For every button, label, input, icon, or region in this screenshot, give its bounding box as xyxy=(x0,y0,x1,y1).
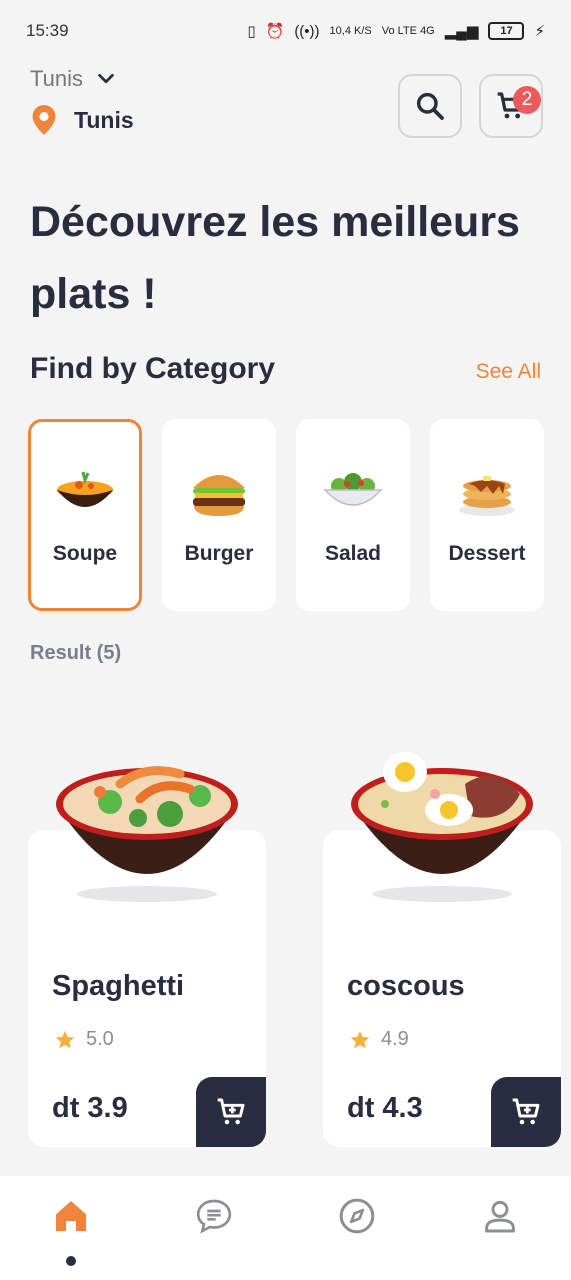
page-title: Découvrez les meilleurs plats ! xyxy=(30,198,520,318)
active-indicator xyxy=(66,1256,77,1266)
star-icon xyxy=(350,1030,370,1048)
add-to-cart-button[interactable] xyxy=(196,1077,266,1147)
chat-icon xyxy=(196,1199,232,1234)
battery-level: 17 xyxy=(500,25,513,37)
rating-value: 5.0 xyxy=(86,1028,114,1050)
vibrate-icon: ▯ xyxy=(247,23,256,40)
see-all-link[interactable]: See All xyxy=(476,360,541,384)
product-price: dt 4.3 xyxy=(347,1092,423,1124)
cart-icon xyxy=(217,1098,245,1125)
search-button[interactable] xyxy=(398,74,462,138)
status-time: 15:39 xyxy=(26,21,69,40)
home-icon xyxy=(56,1201,87,1231)
cart-icon xyxy=(512,1098,540,1125)
location-pin-icon xyxy=(32,105,56,135)
nav-home[interactable] xyxy=(31,1196,111,1266)
cart-badge: 2 xyxy=(513,86,541,114)
category-section-title: Find by Category xyxy=(30,352,276,385)
category-soupe[interactable]: Soupe xyxy=(28,419,142,611)
city-selector[interactable]: Tunis xyxy=(30,66,134,92)
category-list: Soupe Burger Salad Dessert xyxy=(28,419,544,611)
category-dessert[interactable]: Dessert xyxy=(430,419,544,611)
alarm-icon: ⏰ xyxy=(265,23,285,40)
status-bar: 15:39 ▯ ⏰ ((•)) 10,4 K/S Vo LTE 4G ▂▄▆ 1… xyxy=(0,0,571,62)
product-price: dt 3.9 xyxy=(52,1092,128,1124)
burger-icon xyxy=(193,475,245,516)
profile-icon xyxy=(484,1200,515,1233)
current-location: Tunis xyxy=(30,104,134,136)
category-label: Dessert xyxy=(448,542,526,565)
search-icon xyxy=(416,92,444,120)
star-icon xyxy=(55,1030,75,1048)
net-speed: 10,4 K/S xyxy=(329,25,372,37)
category-salad[interactable]: Salad xyxy=(296,419,410,611)
category-burger[interactable]: Burger xyxy=(162,419,276,611)
network-label: Vo LTE 4G xyxy=(381,25,435,37)
nav-chat[interactable] xyxy=(174,1196,254,1236)
soup-bowl-icon xyxy=(57,471,113,507)
product-name: Spaghetti xyxy=(52,970,185,1002)
location-block: Tunis Tunis xyxy=(30,66,134,136)
compass-icon xyxy=(339,1198,375,1234)
current-location-label: Tunis xyxy=(74,106,134,133)
charging-icon: ⚡ xyxy=(534,23,545,40)
ramen-bowl-image xyxy=(351,752,533,902)
nav-profile[interactable] xyxy=(460,1196,540,1236)
pancakes-icon xyxy=(459,476,515,516)
hotspot-icon: ((•)) xyxy=(294,22,320,40)
cart-button[interactable]: 2 xyxy=(479,74,543,138)
category-label: Salad xyxy=(324,542,382,565)
status-icons: ▯ ⏰ ((•)) 10,4 K/S Vo LTE 4G ▂▄▆ 17 ⚡ xyxy=(247,22,545,40)
chevron-down-icon xyxy=(98,73,114,84)
product-card-spaghetti[interactable]: Spaghetti 5.0 dt 3.9 xyxy=(28,766,266,1147)
result-count: Result (5) xyxy=(30,642,122,664)
signal-icon: ▂▄▆ xyxy=(444,23,479,40)
product-name: coscous xyxy=(347,970,465,1002)
category-label: Burger xyxy=(184,542,254,565)
battery-icon: 17 xyxy=(488,22,525,40)
product-card-coscous[interactable]: coscous 4.9 dt 4.3 xyxy=(323,752,561,1147)
add-to-cart-button[interactable] xyxy=(491,1077,561,1147)
salad-icon xyxy=(323,473,383,506)
nav-explore[interactable] xyxy=(317,1196,397,1236)
product-rating: 5.0 xyxy=(54,1028,114,1051)
bottom-nav xyxy=(0,1176,571,1280)
category-label: Soupe xyxy=(52,542,118,565)
product-rating: 4.9 xyxy=(349,1028,409,1051)
rating-value: 4.9 xyxy=(381,1028,409,1050)
city-select-label: Tunis xyxy=(30,66,83,91)
noodle-bowl-image xyxy=(56,766,238,902)
